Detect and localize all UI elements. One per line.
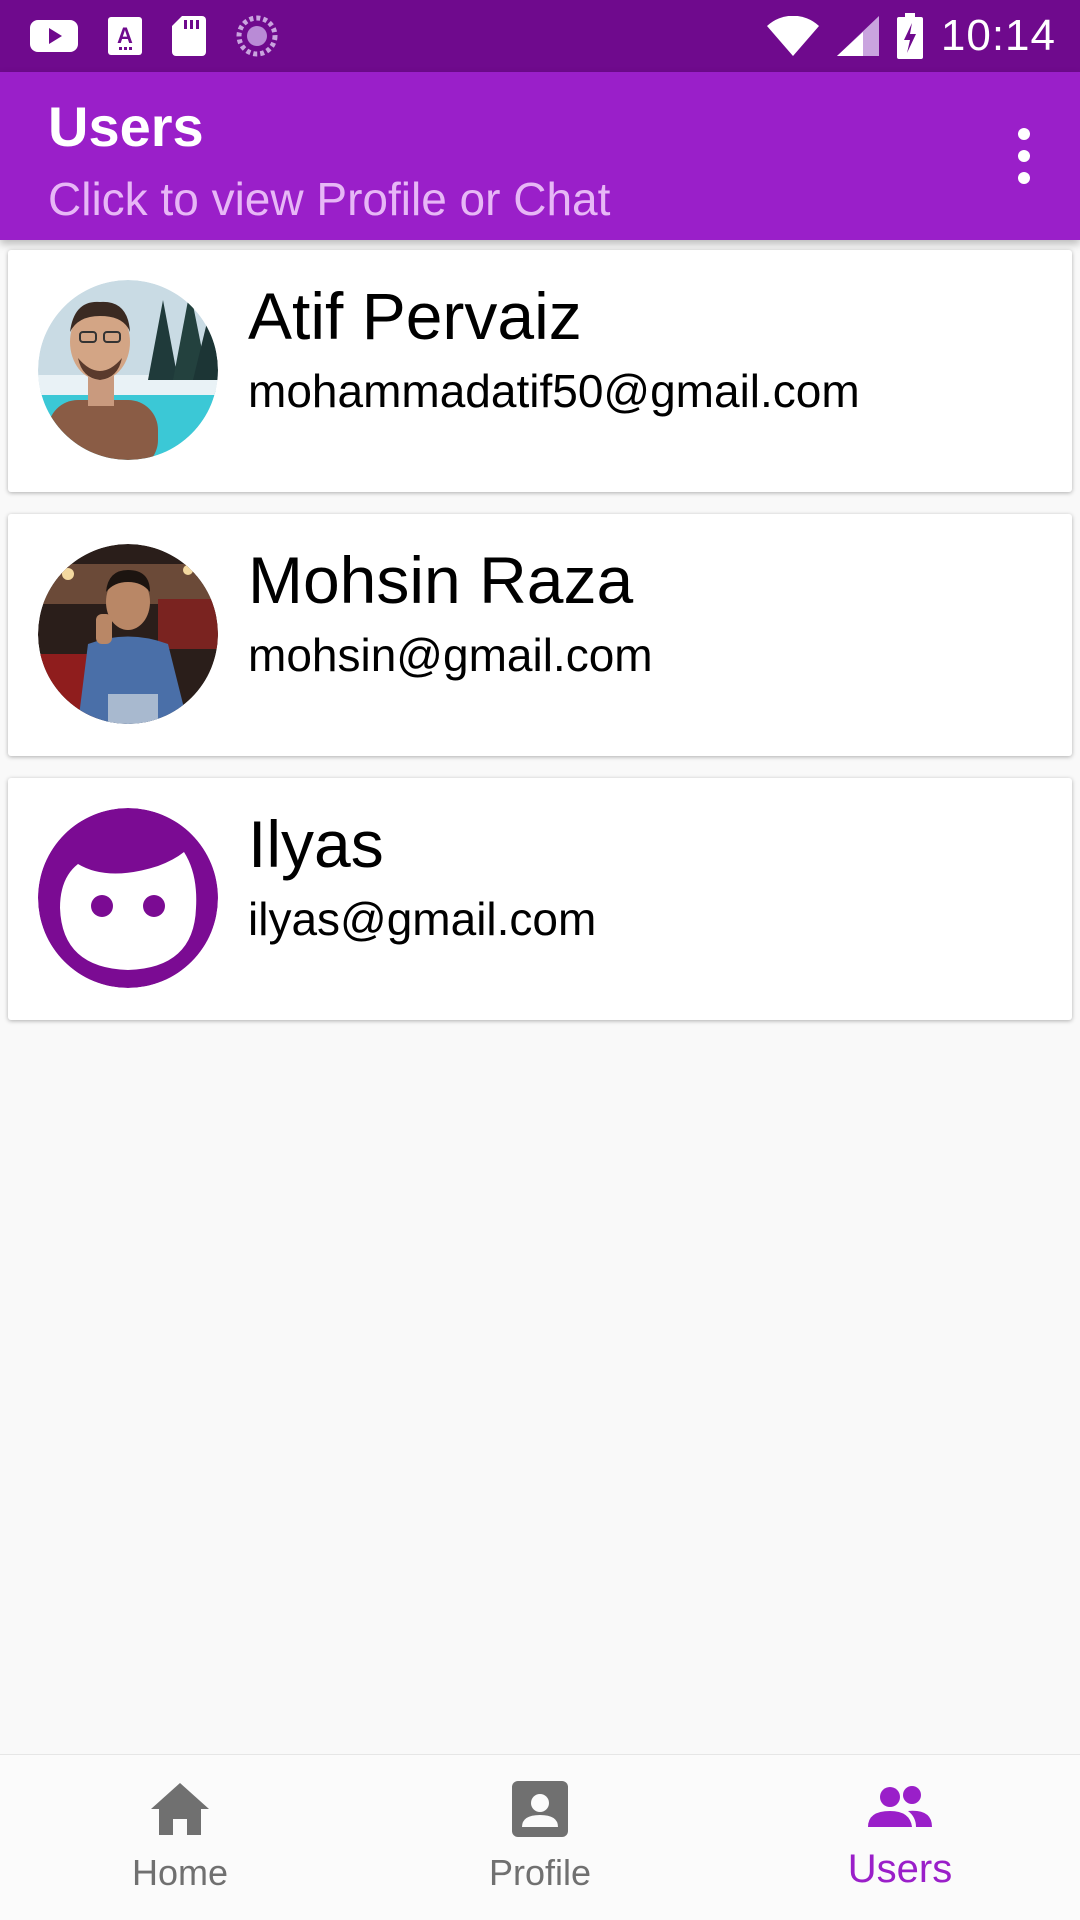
people-icon [868,1783,932,1841]
status-clock: 10:14 [940,11,1056,60]
user-card[interactable]: Mohsin Raza mohsin@gmail.com [8,514,1072,756]
nav-label-profile: Profile [488,1852,592,1893]
account-box-icon [512,1781,568,1846]
user-email: ilyas@gmail.com [248,893,597,945]
svg-text:A: A [117,23,133,48]
font-download-icon: A [108,17,142,55]
sync-icon [236,15,278,57]
bottom-navigation: Home Profile Users [0,1754,1080,1920]
user-list: Atif Pervaiz mohammadatif50@gmail.com Mo… [8,250,1072,1042]
battery-charging-icon [896,13,923,59]
user-avatar-photo [38,544,218,724]
status-left: A [30,15,278,57]
default-face-icon [38,808,218,988]
signal-icon [836,16,879,56]
sd-card-icon [172,16,206,56]
user-name: Mohsin Raza [248,543,634,617]
more-vert-icon[interactable] [994,120,1054,192]
user-name: Ilyas [248,807,384,881]
app-bar: Users Click to view Profile or Chat [0,72,1080,240]
user-email: mohsin@gmail.com [248,629,653,681]
nav-item-users[interactable]: Users [720,1755,1080,1920]
user-card[interactable]: Ilyas ilyas@gmail.com [8,778,1072,1020]
user-avatar-photo [38,280,218,460]
page-subtitle: Click to view Profile or Chat [48,173,611,225]
youtube-icon [30,18,78,54]
page-title: Users [48,95,204,158]
user-email: mohammadatif50@gmail.com [248,365,860,417]
user-name: Atif Pervaiz [248,279,582,353]
nav-item-profile[interactable]: Profile [360,1755,720,1920]
nav-item-home[interactable]: Home [0,1755,360,1920]
home-icon [149,1781,211,1846]
nav-label-users: Users [847,1847,953,1891]
nav-label-home: Home [131,1852,229,1893]
status-right: 10:14 [766,11,1056,61]
status-bar: A 10:14 [0,0,1080,72]
wifi-icon [766,16,819,56]
user-card[interactable]: Atif Pervaiz mohammadatif50@gmail.com [8,250,1072,492]
